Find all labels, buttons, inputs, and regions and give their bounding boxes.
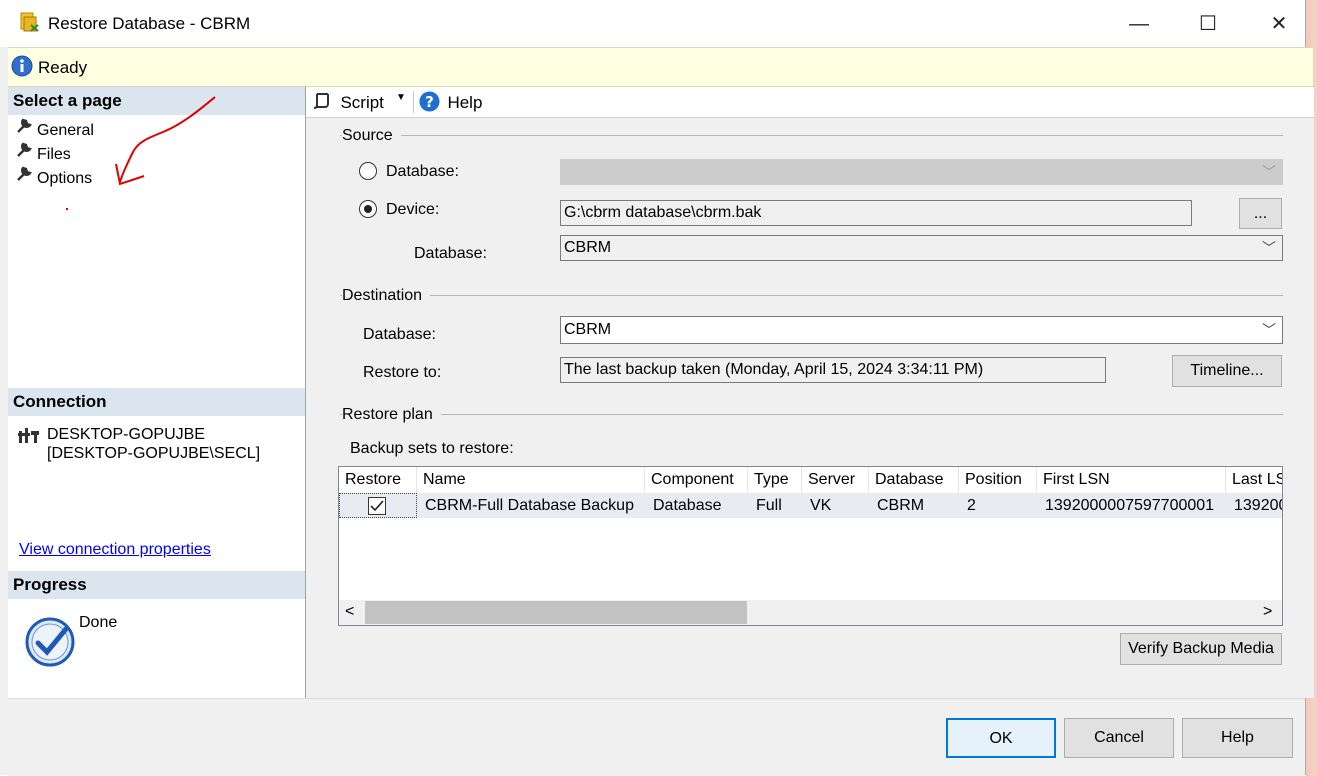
restore-database-dialog: Restore Database - CBRM — ☐ ✕ Ready Sele… [0, 0, 1314, 776]
column-header-restore[interactable]: Restore [339, 467, 417, 493]
connection-plug-icon [18, 428, 39, 443]
destination-database-select[interactable]: CBRM ﹀ [560, 316, 1283, 344]
database-restore-icon [20, 12, 39, 32]
connection-header: Connection [8, 388, 305, 416]
progress-status: Done [79, 614, 118, 631]
annotation-arrow-icon [115, 96, 216, 186]
column-header-first-lsn[interactable]: First LSN [1037, 467, 1226, 493]
cancel-button[interactable]: Cancel [1064, 718, 1174, 758]
minimize-button[interactable]: — [1116, 10, 1162, 38]
page-item-files[interactable]: Files [15, 141, 71, 163]
source-database-label: Database: [414, 245, 487, 262]
close-button[interactable]: ✕ [1256, 10, 1302, 38]
cell-component: Database [645, 493, 748, 518]
ok-button[interactable]: OK [946, 718, 1056, 758]
source-device-option-label: Device: [386, 201, 440, 218]
page-item-label: General [37, 122, 94, 139]
timeline-button[interactable]: Timeline... [1172, 355, 1282, 387]
device-radio[interactable] [359, 200, 377, 218]
restore-plan-group-label: Restore plan [342, 406, 441, 424]
help-toolbar-button[interactable]: ? Help [419, 91, 482, 113]
restore-checkbox-cell[interactable] [339, 493, 417, 518]
column-header-component[interactable]: Component [645, 467, 748, 493]
source-divider [340, 135, 1283, 136]
cell-database: CBRM [869, 493, 959, 518]
chevron-down-icon: ﹀ [1262, 164, 1276, 180]
backup-sets-grid[interactable]: Restore Name Component Type Server Datab… [338, 466, 1283, 626]
view-connection-properties-link[interactable]: View connection properties [19, 541, 211, 559]
connection-info: DESKTOP-GOPUJBE [DESKTOP-GOPUJBE\SECL] [47, 425, 260, 463]
script-label: Script [340, 93, 384, 112]
scrollbar-thumb[interactable] [365, 601, 747, 624]
restore-to-label: Restore to: [363, 364, 442, 381]
browse-device-button[interactable]: ... [1239, 198, 1282, 229]
minimize-icon: — [1129, 13, 1149, 35]
connection-server: DESKTOP-GOPUJBE [47, 426, 205, 443]
page-item-options[interactable]: Options [15, 165, 92, 187]
close-icon: ✕ [1270, 13, 1288, 35]
page-item-label: Files [37, 146, 71, 163]
svg-text:?: ? [425, 93, 434, 111]
column-header-database[interactable]: Database [869, 467, 959, 493]
destination-group-label: Destination [342, 287, 431, 305]
connection-user: [DESKTOP-GOPUJBE\SECL] [47, 445, 261, 462]
help-icon: ? [419, 91, 440, 112]
restore-plan-divider [340, 414, 1283, 415]
source-group-label: Source [342, 127, 401, 145]
script-dropdown-arrow[interactable]: ▼ [396, 92, 406, 103]
column-header-last-lsn[interactable]: Last LSN [1226, 467, 1282, 493]
database-radio[interactable] [359, 162, 377, 180]
backup-sets-label: Backup sets to restore: [350, 440, 514, 457]
wrench-icon [15, 165, 37, 190]
wrench-icon [15, 141, 37, 166]
status-bar: Ready [8, 47, 1313, 87]
cell-position: 2 [959, 493, 1037, 518]
column-header-name[interactable]: Name [417, 467, 645, 493]
cell-name: CBRM-Full Database Backup [417, 493, 645, 518]
column-header-server[interactable]: Server [802, 467, 869, 493]
source-database-option-label: Database: [386, 163, 459, 180]
info-icon [11, 55, 33, 77]
source-database-dropdown: ﹀ [560, 159, 1283, 185]
help-button[interactable]: Help [1182, 718, 1293, 758]
column-header-position[interactable]: Position [959, 467, 1037, 493]
page-item-general[interactable]: General [15, 117, 94, 139]
scroll-left-icon[interactable]: < [345, 603, 354, 621]
toolbar: Script ▼ ? Help [306, 87, 1314, 118]
script-button[interactable]: Script [312, 91, 384, 113]
wrench-icon [15, 117, 37, 142]
status-text: Ready [38, 58, 88, 77]
scroll-right-icon[interactable]: > [1263, 603, 1272, 621]
cell-type: Full [748, 493, 802, 518]
device-path-field[interactable]: G:\cbrm database\cbrm.bak [560, 200, 1192, 226]
column-header-type[interactable]: Type [748, 467, 802, 493]
chevron-down-icon: ﹀ [1262, 322, 1276, 338]
left-panel: Select a page General Files Options Conn… [8, 87, 306, 698]
destination-database-value: CBRM [564, 321, 612, 338]
progress-header: Progress [8, 571, 305, 599]
cell-server: VK [802, 493, 869, 518]
script-icon [313, 93, 329, 109]
window-title: Restore Database - CBRM [48, 14, 251, 33]
restore-checkbox[interactable] [368, 497, 386, 515]
title-bar[interactable]: Restore Database - CBRM — ☐ ✕ [0, 0, 1305, 47]
annotation-dot [66, 208, 68, 210]
toolbar-separator [413, 91, 414, 113]
cell-last-lsn: 139200 [1226, 493, 1282, 518]
maximize-icon: ☐ [1199, 13, 1217, 35]
help-toolbar-label: Help [447, 93, 483, 112]
destination-divider [340, 295, 1283, 296]
done-check-icon [25, 617, 75, 667]
restore-to-field[interactable]: The last backup taken (Monday, April 15,… [560, 357, 1106, 383]
horizontal-scrollbar[interactable]: < > [339, 600, 1282, 625]
maximize-button[interactable]: ☐ [1185, 10, 1231, 38]
page-item-label: Options [37, 170, 93, 187]
cell-first-lsn: 1392000007597700001 [1037, 493, 1226, 518]
chevron-down-icon: ﹀ [1262, 240, 1276, 256]
verify-backup-media-button[interactable]: Verify Backup Media [1120, 633, 1282, 665]
source-database-value: CBRM [564, 239, 612, 256]
destination-database-label: Database: [363, 326, 436, 343]
source-database-select[interactable]: CBRM ﹀ [560, 235, 1283, 261]
